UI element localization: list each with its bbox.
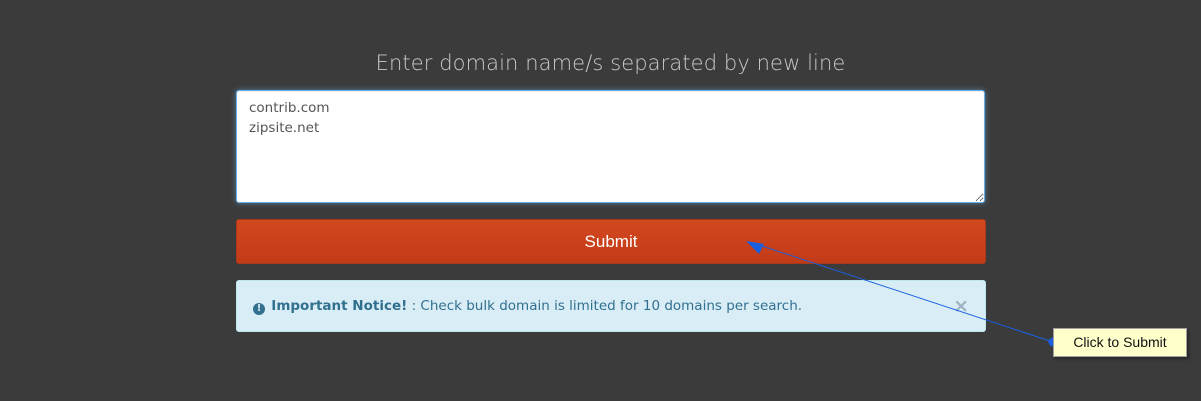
click-to-submit-tooltip: Click to Submit [1053,328,1187,357]
annotation-arrow-line [755,243,1054,343]
annotation-arrow [746,241,1058,347]
annotation-arrowhead [746,241,764,254]
